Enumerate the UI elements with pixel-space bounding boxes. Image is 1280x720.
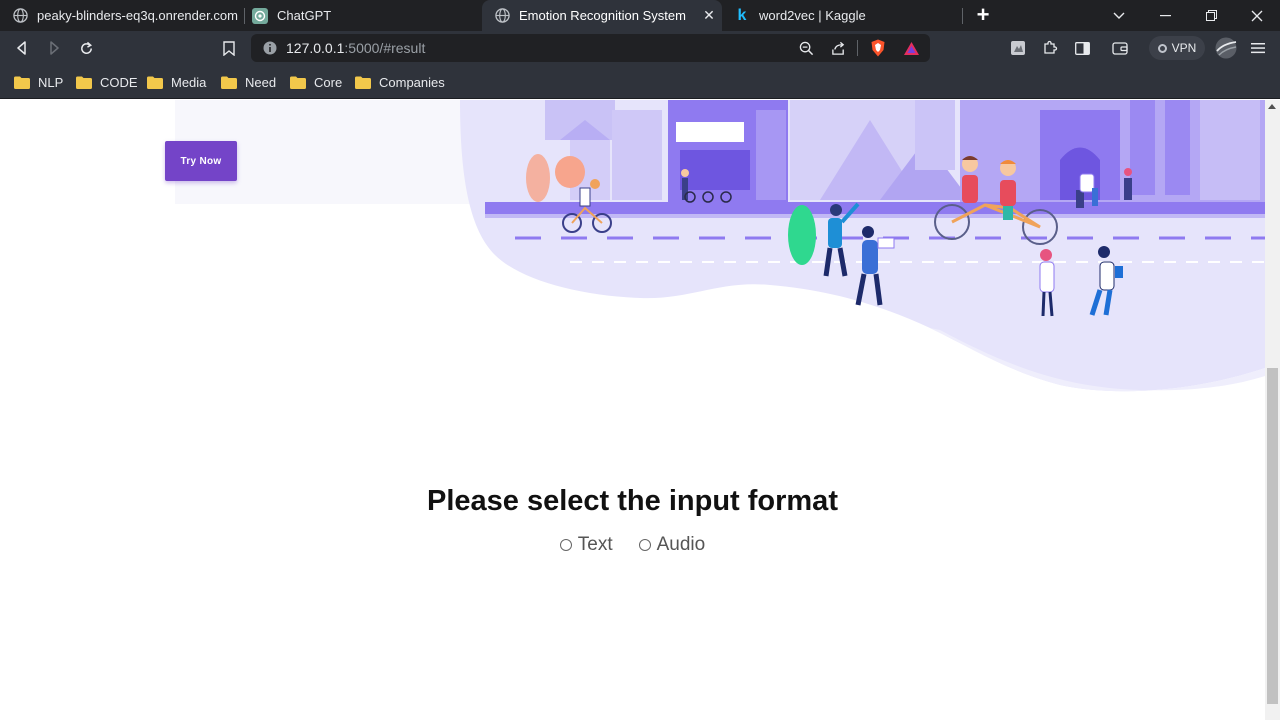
tab-search-icon[interactable] <box>1096 0 1142 31</box>
bookmark-label: NLP <box>38 74 64 90</box>
toolbar-separator <box>857 40 858 56</box>
chatgpt-icon <box>252 7 268 24</box>
restore-icon[interactable] <box>1188 0 1234 31</box>
tree-orange <box>555 156 585 188</box>
folder-icon <box>147 76 163 89</box>
vpn-label: VPN <box>1171 41 1197 55</box>
page-title: Please select the input format <box>427 485 838 517</box>
option-audio-label: Audio <box>656 534 706 555</box>
zoom-icon[interactable] <box>794 36 818 60</box>
option-audio[interactable]: Audio <box>638 534 706 556</box>
reload-icon[interactable] <box>74 36 98 60</box>
tab-title: Emotion Recognition System <box>519 8 686 23</box>
brave-rewards-icon[interactable] <box>899 36 923 60</box>
bookmarks-bar: NLP CODE Media Need Core Companies <box>0 65 1280 99</box>
folder-icon <box>76 76 92 89</box>
folder-icon <box>290 76 306 89</box>
tab-title: word2vec | Kaggle <box>759 8 866 23</box>
bookmark-label: Companies <box>379 74 445 90</box>
tab-emotion-recognition[interactable]: Emotion Recognition System ✕ <box>482 0 722 31</box>
tab-chatgpt[interactable]: ChatGPT <box>240 0 480 31</box>
page-scrollbar[interactable] <box>1265 100 1280 720</box>
brave-shield-icon[interactable] <box>866 36 890 60</box>
option-text-label: Text <box>577 534 613 555</box>
scroll-up-icon[interactable] <box>1268 104 1276 109</box>
share-icon[interactable] <box>826 36 850 60</box>
bookmark-folder-need[interactable]: Need <box>221 72 276 92</box>
bookmark-folder-code[interactable]: CODE <box>76 72 138 92</box>
bookmark-label: CODE <box>100 74 138 90</box>
audio-radio[interactable] <box>638 539 651 551</box>
close-window-icon[interactable] <box>1234 0 1280 31</box>
bookmark-folder-media[interactable]: Media <box>147 72 206 92</box>
bookmark-icon[interactable] <box>217 36 241 60</box>
bookmark-folder-nlp[interactable]: NLP <box>14 72 63 92</box>
tab-strip: peaky-blinders-eq3q.onrender.com ChatGPT… <box>0 0 1280 31</box>
option-text[interactable]: Text <box>559 534 613 556</box>
input-format-options: Text Audio <box>0 534 1265 556</box>
url-host: 127.0.0.1 <box>286 40 345 56</box>
bookmark-folder-core[interactable]: Core <box>290 72 342 92</box>
url-path: :5000/#result <box>344 40 426 56</box>
bookmark-folder-companies[interactable]: Companies <box>355 72 445 92</box>
scrollbar-thumb[interactable] <box>1267 368 1278 704</box>
wallet-icon[interactable] <box>1108 36 1132 60</box>
bookmark-label: Need <box>245 74 277 90</box>
minimize-icon[interactable] <box>1142 0 1188 31</box>
new-tab-button[interactable]: + <box>972 4 994 26</box>
try-now-button[interactable]: Try Now <box>165 141 237 181</box>
tree-pink <box>526 154 550 202</box>
globe-icon <box>494 8 510 24</box>
puzzle-extensions-icon[interactable] <box>1038 36 1062 60</box>
forward-icon[interactable] <box>42 36 66 60</box>
folder-icon <box>355 76 371 89</box>
page-content: Try Now Please select the input format T… <box>0 100 1265 720</box>
vpn-button[interactable]: VPN <box>1149 36 1205 60</box>
kaggle-icon: k <box>737 6 747 24</box>
tab-kaggle[interactable]: k word2vec | Kaggle <box>722 0 962 31</box>
site-info-icon[interactable] <box>263 41 277 55</box>
bookmark-label: Core <box>314 74 343 90</box>
bookmark-label: Media <box>171 74 207 90</box>
close-tab-icon[interactable]: ✕ <box>702 8 716 22</box>
back-icon[interactable] <box>10 36 34 60</box>
buildings <box>545 100 1265 205</box>
extension-icon[interactable] <box>1006 36 1030 60</box>
folder-icon <box>14 76 30 89</box>
text-radio[interactable] <box>559 539 572 551</box>
vpn-status-icon <box>1157 43 1167 53</box>
tab-title: peaky-blinders-eq3q.onrender.com <box>37 8 238 23</box>
tab-peaky-blinders[interactable]: peaky-blinders-eq3q.onrender.com <box>0 0 244 31</box>
globe-icon <box>12 8 28 24</box>
tab-title: ChatGPT <box>277 8 332 23</box>
road-edge <box>485 202 1265 214</box>
browser-toolbar: 127.0.0.1:5000/#result VPN <box>0 31 1280 65</box>
tab-separator <box>962 8 963 24</box>
profile-avatar[interactable] <box>1214 36 1238 60</box>
url-text: 127.0.0.1:5000/#result <box>286 40 425 56</box>
tree-green <box>788 205 816 265</box>
menu-icon[interactable] <box>1246 36 1270 60</box>
folder-icon <box>221 76 237 89</box>
sidebar-icon[interactable] <box>1070 36 1094 60</box>
